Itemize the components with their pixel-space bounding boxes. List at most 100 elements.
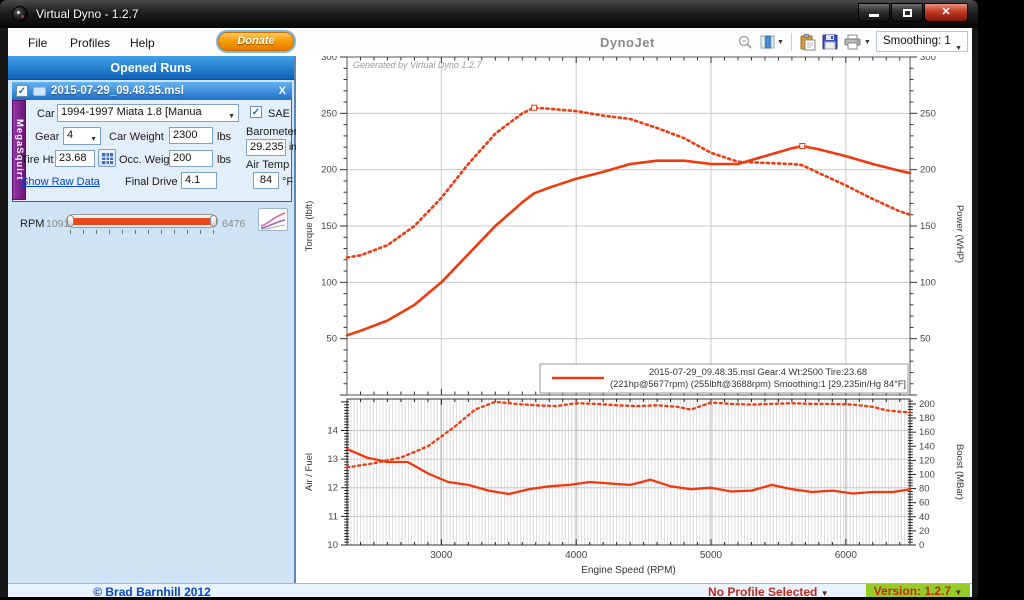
svg-text:Air / Fuel: Air / Fuel <box>304 453 315 491</box>
menu-bar: File Profiles Help Donate DynoJet ▼ ▼ Sm… <box>8 28 972 56</box>
title-bar[interactable]: Virtual Dyno - 1.2.7 ✕ <box>0 0 978 28</box>
calculator-icon <box>101 152 113 164</box>
rpm-label: RPM <box>20 218 45 230</box>
window-title: Virtual Dyno - 1.2.7 <box>36 7 139 21</box>
svg-text:20: 20 <box>919 526 930 537</box>
svg-text:4000: 4000 <box>565 550 588 561</box>
graph-button[interactable] <box>258 208 288 231</box>
airtemp-label: Air Temp <box>246 159 290 171</box>
svg-text:2015-07-29_09.48.35.msl Gear:4: 2015-07-29_09.48.35.msl Gear:4 Wt:2500 T… <box>649 367 867 377</box>
svg-text:300: 300 <box>321 56 337 63</box>
svg-text:Boost (MBar): Boost (MBar) <box>954 444 965 500</box>
clipboard-icon <box>800 33 816 50</box>
rpm-max-value: 6476 <box>222 218 246 230</box>
main-chart: 50 50 100 100 150 150 200 200 250 250 300 300 Genera… <box>304 56 965 396</box>
gear-label: Gear <box>35 131 60 143</box>
tire-height-label: Tire Ht <box>21 154 54 166</box>
tire-height-input[interactable]: 23.68 <box>55 150 95 167</box>
airtemp-unit: °F <box>282 176 294 188</box>
svg-text:Generated by Virtual Dyno 1.2.: Generated by Virtual Dyno 1.2.7 <box>353 60 482 70</box>
rpm-slider-right-handle[interactable] <box>210 215 217 227</box>
run-close-button[interactable]: X <box>279 85 286 97</box>
close-button[interactable]: ✕ <box>924 3 968 22</box>
run-card: ✓ 2015-07-29_09.48.35.msl X MegaSquirt C… <box>12 82 312 202</box>
print-button[interactable]: ▼ <box>842 33 873 51</box>
occ-weight-unit: lbs <box>217 154 232 166</box>
svg-text:200: 200 <box>919 399 935 410</box>
final-drive-input[interactable]: 4.1 <box>181 172 217 189</box>
rpm-range-slider[interactable] <box>66 214 218 228</box>
svg-text:Engine Speed (RPM): Engine Speed (RPM) <box>581 565 676 576</box>
svg-text:200: 200 <box>920 165 936 176</box>
run-checkbox[interactable]: ✓ <box>16 85 28 97</box>
zoom-out-icon <box>738 35 752 49</box>
peak-marker-power_whp <box>799 143 806 150</box>
svg-text:150: 150 <box>920 221 936 232</box>
svg-text:120: 120 <box>919 455 935 466</box>
svg-text:100: 100 <box>920 277 936 288</box>
svg-text:300: 300 <box>920 56 936 63</box>
svg-text:5000: 5000 <box>700 550 723 561</box>
car-select[interactable]: 1994-1997 Miata 1.8 [Manua ▼ <box>57 104 239 122</box>
chevron-down-icon: ▼ <box>228 113 235 120</box>
zoom-out-button[interactable] <box>735 33 755 51</box>
show-raw-data-link[interactable]: Show Raw Data <box>21 176 100 188</box>
car-weight-input[interactable]: 2300 <box>169 127 213 144</box>
svg-text:3000: 3000 <box>430 550 453 561</box>
smoothing-dropdown[interactable]: Smoothing: 1 ▼ <box>876 31 968 52</box>
barometer-input[interactable]: 29.235 <box>246 139 286 156</box>
printer-icon <box>844 34 861 50</box>
svg-text:250: 250 <box>920 108 936 119</box>
sidebar: Opened Runs ✓ 2015-07-29_09.48.35.msl X … <box>8 56 312 583</box>
maximize-icon <box>902 9 912 17</box>
copy-image-button[interactable] <box>797 33 818 52</box>
opened-runs-header: Opened Runs <box>8 56 294 80</box>
svg-text:250: 250 <box>321 108 337 119</box>
svg-text:Torque (lbft): Torque (lbft) <box>304 201 315 252</box>
svg-text:50: 50 <box>326 334 337 345</box>
curve-power_whp <box>345 144 912 337</box>
tire-calculator-button[interactable] <box>98 149 116 167</box>
svg-text:11: 11 <box>328 511 338 522</box>
svg-text:40: 40 <box>919 512 930 523</box>
maximize-button[interactable] <box>891 3 923 22</box>
filter-button[interactable]: ▼ <box>757 33 786 51</box>
car-select-value: 1994-1997 Miata 1.8 [Manua <box>61 106 202 118</box>
close-icon: ✕ <box>941 6 951 18</box>
svg-text:100: 100 <box>321 277 337 288</box>
filter-dropdown-arrow[interactable]: ▼ <box>777 39 784 46</box>
occ-weight-input[interactable]: 200 <box>169 150 213 167</box>
graph-curves-icon <box>260 212 286 230</box>
gear-select[interactable]: 4 ▼ <box>63 127 101 145</box>
chevron-down-icon: ▼ <box>90 136 97 143</box>
svg-text:180: 180 <box>919 413 935 424</box>
donate-button[interactable]: Donate <box>218 32 294 51</box>
save-icon <box>822 34 838 50</box>
minimize-button[interactable] <box>858 3 890 22</box>
menu-profiles[interactable]: Profiles <box>66 34 114 52</box>
svg-text:10: 10 <box>327 540 338 551</box>
version-selector[interactable]: Version: 1.2.7 ▼ <box>866 584 970 598</box>
toolbar-separator <box>790 33 792 51</box>
chart-toolbar: ▼ ▼ <box>734 30 883 54</box>
svg-text:60: 60 <box>919 498 930 509</box>
chevron-down-icon: ▼ <box>954 588 963 597</box>
curve-torque_lbft <box>345 106 912 259</box>
menu-help[interactable]: Help <box>126 34 159 52</box>
run-card-header[interactable]: ✓ 2015-07-29_09.48.35.msl X <box>12 82 292 100</box>
print-dropdown-arrow[interactable]: ▼ <box>864 39 871 46</box>
rpm-slider-left-handle[interactable] <box>67 215 74 227</box>
svg-text:12: 12 <box>327 483 338 494</box>
airtemp-input[interactable]: 84 <box>253 172 279 189</box>
final-drive-label: Final Drive <box>125 176 178 188</box>
svg-text:140: 140 <box>919 441 935 452</box>
app-window: Virtual Dyno - 1.2.7 ✕ File Profiles Hel… <box>0 0 978 599</box>
menu-file[interactable]: File <box>24 34 51 52</box>
sae-checkbox[interactable]: ✓ <box>250 106 262 118</box>
dynojet-label: DynoJet <box>600 35 655 50</box>
run-file-icon <box>33 86 46 96</box>
chart-legend: 2015-07-29_09.48.35.msl Gear:4 Wt:2500 T… <box>539 363 909 394</box>
save-button[interactable] <box>820 33 840 51</box>
sae-label: SAE <box>268 108 291 120</box>
smoothing-value: Smoothing: 1 <box>883 35 951 47</box>
